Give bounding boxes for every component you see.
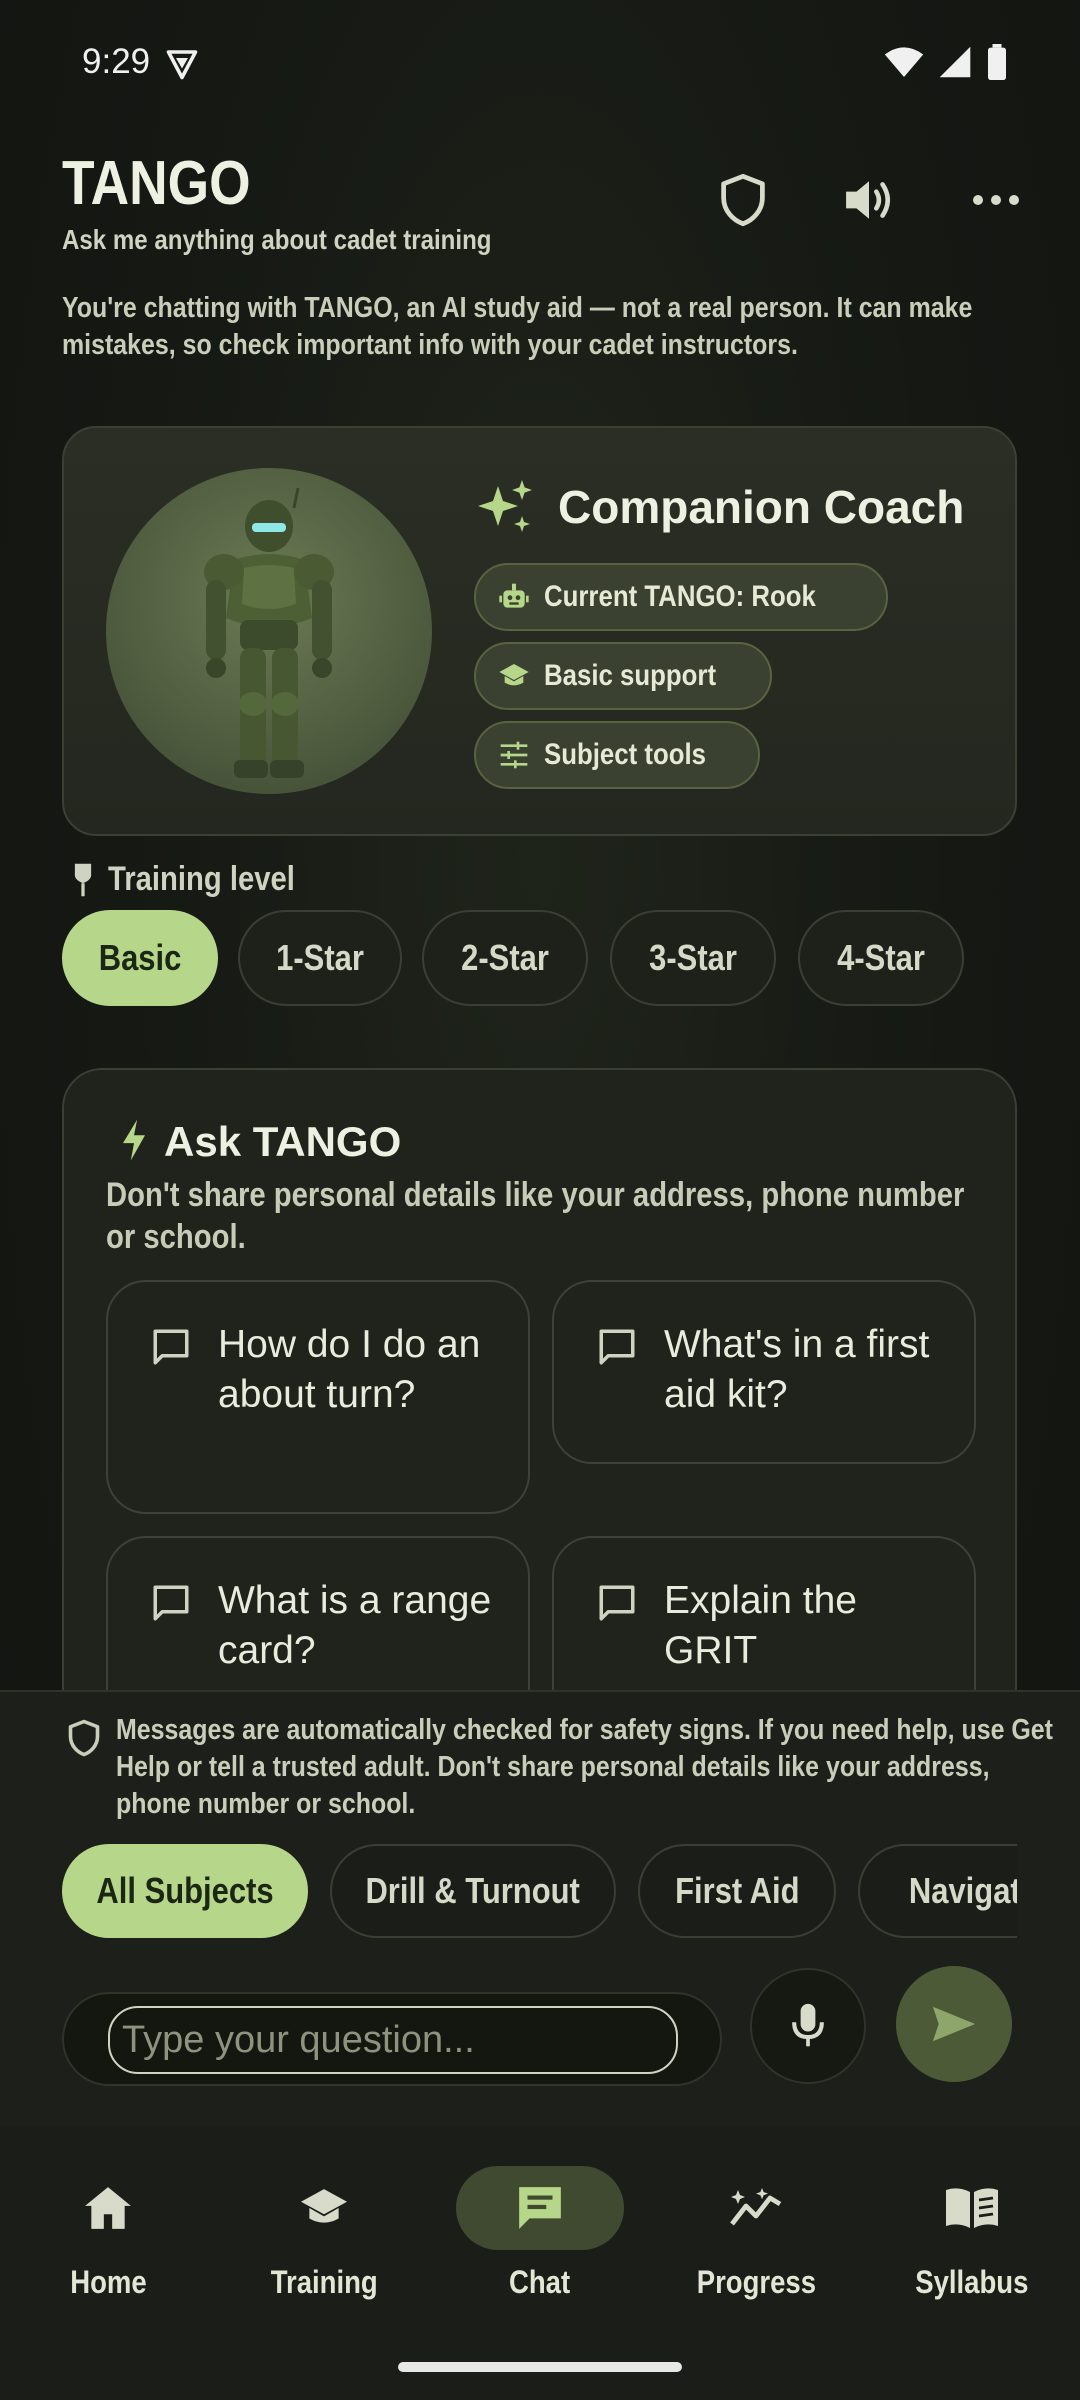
nav-training[interactable]: Training <box>224 2166 424 2316</box>
status-time: 9:29 <box>82 42 151 81</box>
sparkle-icon <box>478 480 532 532</box>
more-horizontal-icon <box>973 195 1019 205</box>
subject-all[interactable]: All Subjects <box>62 1844 308 1938</box>
chip-subject-tools[interactable]: Subject tools <box>474 721 761 789</box>
message-input[interactable] <box>108 2006 678 2074</box>
vpn-icon <box>166 50 198 80</box>
book-icon <box>946 2188 998 2228</box>
level-basic[interactable]: Basic <box>62 910 218 1006</box>
level-4-star[interactable]: 4-Star <box>798 910 964 1006</box>
level-3-star[interactable]: 3-Star <box>610 910 776 1006</box>
level-2-star[interactable]: 2-Star <box>422 910 588 1006</box>
nav-chat[interactable]: Chat <box>440 2166 640 2316</box>
nav-progress[interactable]: Progress <box>656 2166 856 2316</box>
subject-first-aid[interactable]: First Aid <box>638 1844 836 1938</box>
tango-avatar <box>106 468 432 794</box>
message-input-wrapper <box>62 1992 722 2086</box>
composer-panel: Messages are automatically checked for s… <box>0 1690 1080 2126</box>
status-bar: 9:29 <box>0 0 1080 126</box>
microphone-icon <box>792 2003 824 2047</box>
training-icon <box>301 2189 347 2223</box>
lightning-icon <box>123 1119 145 1161</box>
audio-button[interactable] <box>834 165 904 235</box>
shield-icon <box>68 1719 100 1757</box>
message-icon <box>153 1329 189 1365</box>
ai-disclaimer: You're chatting with TANGO, an AI study … <box>62 292 973 361</box>
privacy-warning: Don't share personal details like your a… <box>106 1176 965 1256</box>
volume-icon <box>846 181 891 219</box>
app-title: TANGO <box>62 149 251 218</box>
safety-notice: Messages are automatically checked for s… <box>116 1714 1053 1820</box>
companion-coach-card[interactable]: Companion Coach Current TANGO: Rook Basi… <box>62 426 1017 836</box>
subject-navigation[interactable]: Navigation <box>858 1844 1017 1938</box>
ask-title: Ask TANGO <box>164 1118 402 1165</box>
status-icons <box>884 44 1008 80</box>
chip-basic-support[interactable]: Basic support <box>474 642 773 710</box>
subject-filter-row[interactable]: All Subjects Drill & Turnout First Aid N… <box>62 1844 1017 1940</box>
home-icon <box>85 2187 131 2229</box>
progress-icon <box>730 2188 782 2226</box>
more-options-button[interactable] <box>961 165 1031 235</box>
message-icon <box>599 1585 635 1621</box>
robot-icon <box>498 581 530 613</box>
message-icon <box>153 1585 189 1621</box>
bottom-navigation: Home Training Chat Progress Syllabus <box>0 2126 1080 2400</box>
subject-drill-turnout[interactable]: Drill & Turnout <box>330 1844 616 1938</box>
graduation-cap-icon <box>498 660 530 692</box>
safety-shield-button[interactable] <box>708 165 778 235</box>
home-indicator <box>398 2362 682 2372</box>
voice-input-button[interactable] <box>750 1968 866 2084</box>
badge-icon <box>74 863 92 896</box>
chip-current-tango[interactable]: Current TANGO: Rook <box>474 563 889 631</box>
wifi-icon <box>884 47 924 77</box>
robot-figure-image <box>204 487 334 778</box>
coach-title: Companion Coach <box>558 481 965 533</box>
level-1-star[interactable]: 1-Star <box>238 910 402 1006</box>
chat-icon <box>519 2187 561 2229</box>
nav-syllabus[interactable]: Syllabus <box>872 2166 1072 2316</box>
battery-icon <box>988 44 1006 80</box>
send-icon <box>932 2006 976 2042</box>
chip-label: Basic support <box>544 659 717 692</box>
ask-tango-card: Ask TANGO Don't share personal details l… <box>62 1068 1017 1768</box>
chip-label: Subject tools <box>544 738 706 771</box>
nav-home[interactable]: Home <box>8 2166 208 2316</box>
shield-icon <box>721 173 765 227</box>
cellular-icon <box>939 46 971 78</box>
training-level-label: Training level <box>70 860 325 899</box>
suggested-question[interactable]: What's in a first aid kit? <box>552 1280 976 1464</box>
send-button[interactable] <box>896 1966 1012 2082</box>
sliders-icon <box>498 739 530 771</box>
app-subtitle: Ask me anything about cadet training <box>62 224 492 255</box>
chip-label: Current TANGO: Rook <box>544 580 816 613</box>
message-icon <box>599 1329 635 1365</box>
suggested-question[interactable]: How do I do an about turn? <box>106 1280 530 1514</box>
